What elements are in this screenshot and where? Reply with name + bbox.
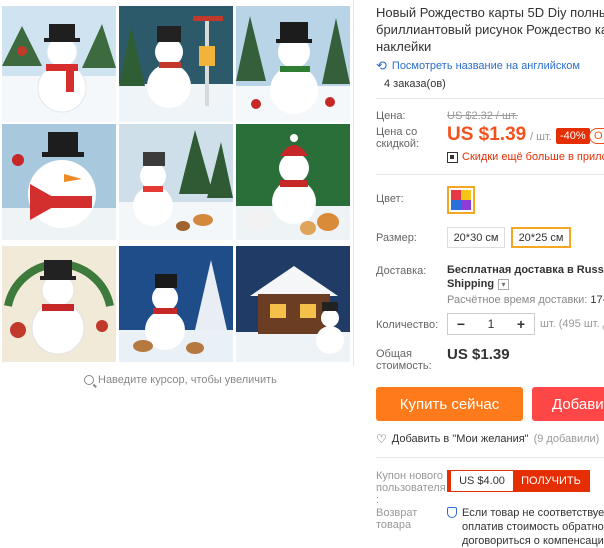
gallery-thumb-3[interactable] xyxy=(236,6,350,122)
current-price: US $1.39 xyxy=(447,124,527,145)
add-to-cart-button[interactable]: Добавить xyxy=(532,387,604,421)
size-option-20x30[interactable]: 20*30 см xyxy=(447,227,505,248)
discount-price-label-2: скидкой: xyxy=(376,138,420,150)
shipping-time-label: Расчётное время доставки: xyxy=(447,294,588,306)
snowman-image-6 xyxy=(236,124,350,240)
snowman-image-4 xyxy=(2,124,116,240)
returns-line-1: Если товар не соответствует о xyxy=(462,507,604,519)
swatch-color-1 xyxy=(461,190,471,200)
coupon-value: US $4.00 xyxy=(448,471,513,491)
shield-icon xyxy=(447,507,457,518)
divider xyxy=(376,98,604,99)
add-to-wishlist-link[interactable]: ♡ Добавить в "Мои желания" (9 добавили) … xyxy=(376,432,604,446)
size-label: Размер: xyxy=(376,232,417,244)
color-swatch-image xyxy=(451,190,471,210)
returns-line-3: договориться о компенсации xyxy=(462,535,604,547)
translate-icon: ⟲ xyxy=(376,58,387,73)
quantity-plus-button[interactable]: + xyxy=(514,316,528,332)
returns-label: Возврат товара xyxy=(376,507,417,531)
product-title: Новый Рождество карты 5D Diy полный брил… xyxy=(376,4,604,55)
price-unit: / шт. xyxy=(530,131,552,143)
wishlist-label: Добавить в "Мои желания" xyxy=(391,433,529,445)
gallery-thumb-7[interactable] xyxy=(2,246,116,362)
gallery-thumb-1[interactable] xyxy=(2,6,116,122)
snowman-image-7 xyxy=(2,246,116,362)
gallery-thumb-8[interactable] xyxy=(119,246,233,362)
gallery-thumb-4[interactable] xyxy=(2,124,116,240)
old-price: US $2.32 / шт. xyxy=(447,110,518,122)
shipping-method-dropdown[interactable]: Shipping ▾ xyxy=(447,278,510,290)
buy-now-button[interactable]: Купить сейчас xyxy=(376,387,523,421)
snowman-image-2 xyxy=(119,6,233,122)
quantity-stepper: − 1 + xyxy=(447,313,535,335)
snowman-image-9 xyxy=(236,246,350,362)
discount-badge: -40% xyxy=(556,128,590,144)
quantity-available: шт. (495 шт. д xyxy=(540,318,604,330)
total-label-2: стоимость: xyxy=(376,360,432,372)
qr-code-icon xyxy=(447,151,458,163)
app-promo-text: Скидки ещё больше в прилож xyxy=(462,151,604,163)
quantity-input[interactable]: 1 xyxy=(488,317,495,331)
quantity-label: Количество: xyxy=(376,319,439,331)
new-user-coupon: US $4.00 ПОЛУЧИТЬ xyxy=(447,470,590,492)
coupon-label: Купон нового пользователя : xyxy=(376,470,448,506)
translate-link-text: Посмотреть название на английском xyxy=(391,60,580,72)
color-label: Цвет: xyxy=(376,193,404,205)
snowman-image-1 xyxy=(2,6,116,122)
returns-policy: Если товар не соответствует о оплатив ст… xyxy=(447,506,604,548)
swatch-color-3 xyxy=(461,200,471,210)
divider xyxy=(376,174,604,175)
shipping-main: Бесплатная доставка в Russian xyxy=(447,264,604,276)
chevron-down-icon: ▾ xyxy=(498,278,510,290)
snowman-image-5 xyxy=(119,124,233,240)
heart-icon: ♡ xyxy=(376,432,387,446)
coupon-label-line-3: : xyxy=(376,494,380,506)
coupon-label-line-2: пользователя xyxy=(376,482,446,494)
gallery-thumb-5[interactable] xyxy=(119,124,233,240)
returns-label-line-1: Возврат xyxy=(376,507,418,519)
shipping-time: Расчётное время доставки: 17-22 xyxy=(447,294,604,306)
zoom-hint: Наведите курсор, чтобы увеличить xyxy=(84,374,277,386)
swatch-color-0 xyxy=(451,190,461,200)
gallery-thumb-6[interactable] xyxy=(236,124,350,240)
get-coupon-button[interactable]: ПОЛУЧИТЬ xyxy=(513,471,589,491)
snowman-image-8 xyxy=(119,246,233,362)
shipping-label: Доставка: xyxy=(376,265,427,277)
shipping-time-value: 17-22 xyxy=(590,294,604,306)
returns-line-2: оплатив стоимость обратной xyxy=(462,521,604,533)
magnifier-icon xyxy=(84,375,94,385)
product-title-line-2: бриллиантовый рисунок Рождество кар xyxy=(376,22,604,37)
orders-count: 4 заказа(ов) xyxy=(384,78,446,90)
extra-discount-badge: O xyxy=(589,128,604,144)
swatch-color-2 xyxy=(451,200,461,210)
size-option-20x25[interactable]: 20*25 см xyxy=(511,227,571,248)
product-title-line-3: наклейки xyxy=(376,39,432,54)
zoom-hint-text: Наведите курсор, чтобы увеличить xyxy=(98,374,277,386)
returns-label-line-2: товара xyxy=(376,519,412,531)
price-label: Цена: xyxy=(376,110,406,122)
snowman-image-3 xyxy=(236,6,350,122)
product-title-line-1: Новый Рождество карты 5D Diy полный xyxy=(376,5,604,20)
wishlist-count: (9 добавили) xyxy=(533,433,600,445)
total-price: US $1.39 xyxy=(447,346,510,363)
product-info-panel: Новый Рождество карты 5D Diy полный брил… xyxy=(364,0,604,548)
gallery-thumb-9[interactable] xyxy=(236,246,350,362)
app-promo-link[interactable]: Скидки ещё больше в прилож xyxy=(447,151,604,163)
coupon-label-line-1: Купон нового xyxy=(376,470,444,482)
translate-title-link[interactable]: ⟲ Посмотреть название на английском xyxy=(376,58,580,74)
color-option-selected[interactable] xyxy=(447,186,475,214)
shipping-method: Shipping xyxy=(447,278,495,290)
quantity-minus-button[interactable]: − xyxy=(454,316,468,332)
product-gallery: Наведите курсор, чтобы увеличить xyxy=(0,0,354,386)
divider xyxy=(376,457,604,458)
gallery-thumb-2[interactable] xyxy=(119,6,233,122)
